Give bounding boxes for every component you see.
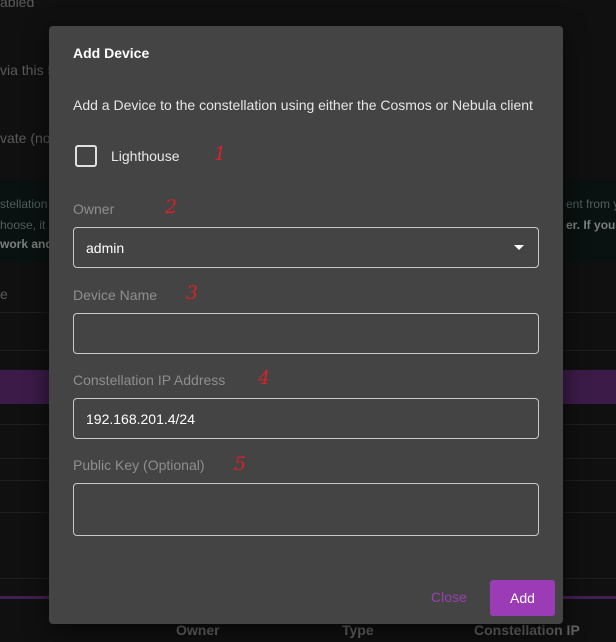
- dialog-title: Add Device: [73, 45, 150, 61]
- add-device-dialog: Add Device Add a Device to the constella…: [49, 26, 563, 624]
- annotation-2: 2: [165, 196, 178, 218]
- annotation-4: 4: [258, 367, 271, 389]
- owner-label: Owner: [73, 201, 115, 217]
- lighthouse-checkbox-row[interactable]: Lighthouse: [75, 142, 180, 170]
- owner-select[interactable]: admin: [73, 227, 539, 268]
- lighthouse-checkbox[interactable]: [75, 145, 97, 167]
- ip-address-input[interactable]: 192.168.201.4/24: [73, 398, 539, 439]
- ip-address-value: 192.168.201.4/24: [86, 410, 195, 427]
- lighthouse-label: Lighthouse: [111, 148, 180, 164]
- public-key-input[interactable]: [73, 483, 539, 536]
- public-key-label: Public Key (Optional): [73, 457, 205, 473]
- add-button[interactable]: Add: [490, 580, 555, 616]
- device-name-input[interactable]: [73, 313, 539, 354]
- owner-select-value: admin: [86, 239, 125, 256]
- ip-address-label: Constellation IP Address: [73, 372, 226, 388]
- annotation-3: 3: [186, 282, 199, 304]
- device-name-label: Device Name: [73, 287, 158, 303]
- dialog-description: Add a Device to the constellation using …: [73, 97, 533, 113]
- dropdown-arrow-icon: [514, 245, 524, 250]
- annotation-1: 1: [214, 143, 227, 165]
- close-button[interactable]: Close: [431, 589, 467, 605]
- annotation-5: 5: [234, 453, 247, 475]
